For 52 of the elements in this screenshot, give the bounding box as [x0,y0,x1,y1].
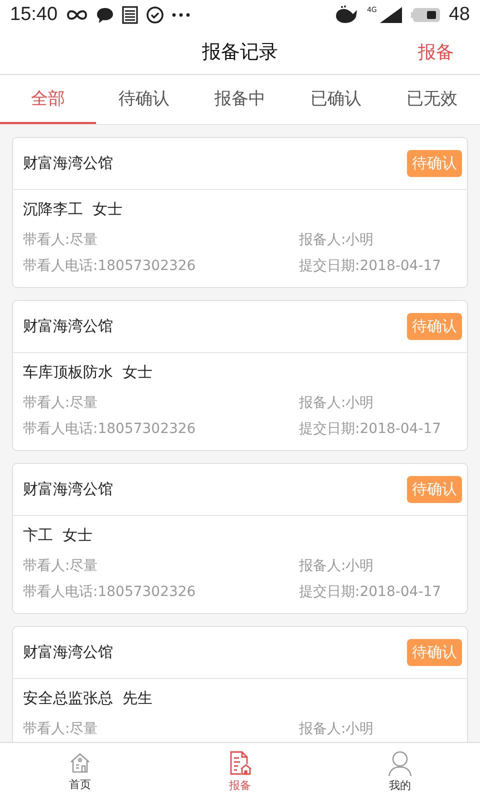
home-icon [68,751,92,775]
customer-name: 安全总监张总 先生 [23,689,154,708]
report-button[interactable]: 报备 [418,40,454,64]
project-name: 财富海湾公馆 [23,480,113,499]
filter-tab[interactable]: 已无效 [384,75,480,124]
status-badge: 待确认 [407,150,462,177]
nav-tab[interactable]: 报备 [160,743,320,800]
record-card[interactable]: 财富海湾公馆 待确认 卞工 女士 带看人:尽量 报备人:小明 带看人电话:18057302326 提交日期:2018-04-17 [12,463,468,614]
customer-name: 车库顶板防水 女士 [23,363,154,382]
signal-icon [378,6,403,24]
filter-tab[interactable]: 待确认 [96,75,192,124]
document-house-icon [228,750,252,776]
status-badge: 待确认 [407,313,462,340]
page-title: 报备记录 [202,40,278,65]
customer-name: 卞工 女士 [23,526,94,545]
reporter-text: 报备人:小明 [299,231,375,250]
companion-phone: 带看人电话:18057302326 [23,583,197,602]
check-circle-icon [146,6,164,24]
newspaper-icon [122,6,138,24]
chat-bubble-icon [96,6,114,24]
reporter-text: 报备人:小明 [299,557,375,576]
submit-date: 提交日期:2018-04-17 [299,583,442,602]
companion-phone: 带看人电话:18057302326 [23,257,197,276]
filter-tab[interactable]: 已确认 [288,75,384,124]
project-name: 财富海湾公馆 [23,643,113,662]
record-card[interactable]: 财富海湾公馆 待确认 车库顶板防水 女士 带看人:尽量 报备人:小明 带看人电话:18057302326 提交日期:2018-04-17 [12,300,468,451]
companion-text: 带看人:尽量 [23,231,99,250]
project-name: 财富海湾公馆 [23,154,113,173]
record-card[interactable]: 财富海湾公馆 待确认 安全总监张总 先生 带看人:尽量 报备人:小明 [12,626,468,742]
companion-phone: 带看人电话:18057302326 [23,420,197,439]
battery-icon [410,7,441,23]
nav-tab[interactable]: 首页 [0,743,160,800]
more-icon [172,13,190,17]
filter-tab[interactable]: 报备中 [192,75,288,124]
status-time: 15:40 [10,4,58,26]
nav-tab[interactable]: 我的 [320,743,480,800]
battery-level: 48 [448,4,470,26]
record-card[interactable]: 财富海湾公馆 待确认 沉降李工 女士 带看人:尽量 报备人:小明 带看人电话:18057302326 提交日期:2018-04-17 [12,137,468,288]
customer-name: 沉降李工 女士 [23,200,124,219]
infinity-icon [66,9,88,21]
status-badge: 待确认 [407,639,462,666]
submit-date: 提交日期:2018-04-17 [299,257,442,276]
person-icon [387,750,413,776]
submit-date: 提交日期:2018-04-17 [299,420,442,439]
companion-text: 带看人:尽量 [23,394,99,413]
companion-text: 带看人:尽量 [23,557,99,576]
reporter-text: 报备人:小明 [299,720,375,739]
reporter-text: 报备人:小明 [299,394,375,413]
companion-text: 带看人:尽量 [23,720,99,739]
status-badge: 待确认 [407,476,462,503]
project-name: 财富海湾公馆 [23,317,113,336]
whale-icon [334,5,359,25]
